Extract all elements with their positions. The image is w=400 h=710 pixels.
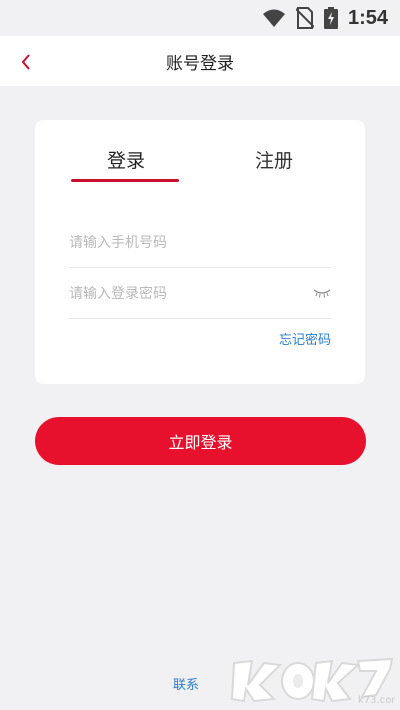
page-title: 账号登录 <box>166 53 234 74</box>
login-button[interactable]: 立即登录 <box>35 417 366 465</box>
wifi-icon <box>262 9 285 27</box>
phone-input[interactable] <box>69 234 299 251</box>
status-bar: 1:54 <box>0 0 400 36</box>
phone-field <box>69 218 331 268</box>
forgot-password-link[interactable]: 忘记密码 <box>279 329 331 348</box>
nav-bar: 账号登录 <box>0 36 400 86</box>
battery-charging-icon <box>323 7 338 29</box>
password-field <box>69 269 331 319</box>
contact-link[interactable]: 联系 <box>173 674 199 693</box>
status-time: 1:54 <box>347 6 388 29</box>
no-sim-icon <box>295 7 314 29</box>
watermark-logo: k73.com <box>230 657 395 705</box>
tab-register[interactable]: 注册 <box>219 146 329 173</box>
eye-closed-icon[interactable] <box>313 287 331 299</box>
active-tab-indicator <box>71 179 179 182</box>
login-card: 登录 注册 忘记密码 <box>35 120 365 384</box>
password-input[interactable] <box>69 285 299 302</box>
svg-text:k73.com: k73.com <box>358 695 395 705</box>
chevron-left-icon <box>21 54 30 70</box>
tab-login[interactable]: 登录 <box>71 146 181 173</box>
back-button[interactable] <box>12 48 40 76</box>
tab-bar: 登录 注册 <box>35 120 365 190</box>
